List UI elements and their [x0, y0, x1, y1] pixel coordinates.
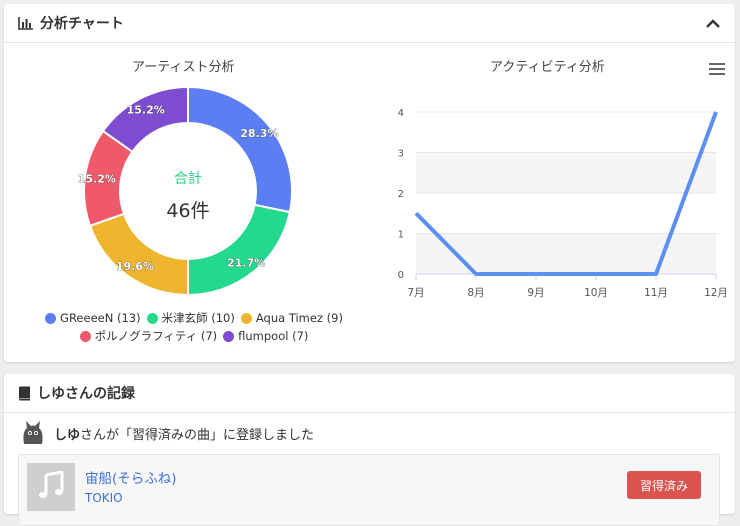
record-activity-line: しゆ さんが「習得済みの曲」に登録しました: [18, 418, 314, 448]
legend-dot: [146, 312, 158, 324]
donut-slice-label: 28.3%: [240, 127, 278, 140]
song-artist-link[interactable]: TOKIO: [85, 491, 123, 505]
donut-slice-label: 19.6%: [116, 260, 154, 273]
donut-slice[interactable]: [88, 212, 189, 297]
analysis-chart-title: 分析チャート: [40, 16, 124, 32]
hamburger-menu-icon[interactable]: [709, 60, 725, 79]
x-tick-label: 10月: [584, 287, 608, 299]
activity-line-chart: 0 1 2 3 4 7月 8月 9月 10月 11月 12月: [398, 108, 728, 299]
legend-label: flumpool (7): [238, 329, 309, 343]
song-title-link[interactable]: 宙船(そらふね): [85, 467, 177, 487]
legend-item[interactable]: GReeeeN (13): [45, 310, 141, 326]
record-user-name[interactable]: しゆ: [54, 424, 80, 443]
user-record-header: しゆさんの記録: [4, 374, 735, 413]
record-message: さんが「習得済みの曲」に登録しました: [80, 427, 315, 443]
y-tick-label: 4: [398, 108, 404, 119]
y-tick-label: 1: [398, 230, 404, 241]
x-tick-label: 11月: [644, 287, 668, 299]
legend-dot: [240, 312, 252, 324]
artist-donut-chart: 28.3% 21.7% 19.6% 15.2% 15.2% 合計 46件: [77, 85, 293, 297]
x-tick-label: 8月: [467, 287, 484, 299]
legend-dot: [45, 312, 57, 324]
x-tick-label: 12月: [704, 287, 728, 299]
x-tick-label: 9月: [527, 287, 544, 299]
legend-label: GReeeeN (13): [60, 311, 141, 325]
song-entry: 宙船(そらふね) TOKIO 習得済み: [18, 454, 720, 526]
donut-slice-label: 15.2%: [78, 172, 116, 185]
donut-center-label: 合計: [174, 171, 202, 187]
donut-chart-title: アーティスト分析: [132, 60, 235, 75]
legend-dot: [223, 330, 235, 342]
bar-chart-icon: [18, 16, 34, 30]
grid-band: [416, 152, 716, 193]
legend-item[interactable]: Aqua Timez (9): [240, 310, 343, 326]
learned-button[interactable]: 習得済み: [627, 471, 701, 499]
user-record-card: しゆさんの記録 しゆ さんが「習得済みの曲」に登録しました 宙船(そらふね) T…: [4, 374, 735, 526]
legend-item[interactable]: ポルノグラフィティ (7): [79, 328, 218, 344]
analysis-chart-header: 分析チャート: [4, 4, 735, 43]
legend-label: 米津玄師 (10): [161, 311, 235, 325]
grid-band: [416, 233, 716, 274]
legend-item[interactable]: flumpool (7): [223, 328, 308, 344]
legend-label: ポルノグラフィティ (7): [94, 329, 218, 343]
line-chart-title: アクティビティ分析: [490, 60, 605, 75]
analysis-chart-card: 分析チャート アーティスト分析 28.3% 21.7% 19.6% 15.2% 15.2…: [4, 4, 735, 362]
donut-slice-label: 15.2%: [127, 103, 165, 116]
chevron-up-icon[interactable]: [705, 17, 721, 29]
y-tick-label: 3: [398, 149, 404, 160]
x-tick-label: 7月: [407, 287, 424, 299]
song-thumbnail: [27, 463, 75, 511]
donut-legend: GReeeeN (13) 米津玄師 (10) Aqua Timez (9) ポル…: [34, 310, 354, 344]
donut-center-value: 46件: [166, 200, 209, 222]
donut-slice[interactable]: [187, 85, 293, 214]
legend-dot: [79, 330, 91, 342]
music-note-icon: [38, 470, 64, 503]
user-record-title: しゆさんの記録: [37, 386, 135, 402]
legend-item[interactable]: 米津玄師 (10): [146, 310, 235, 326]
y-tick-label: 0: [398, 270, 404, 281]
cat-avatar-icon[interactable]: [18, 418, 48, 448]
legend-label: Aqua Timez (9): [255, 311, 343, 325]
book-icon: [18, 386, 31, 401]
donut-slice-label: 21.7%: [227, 256, 265, 269]
y-tick-label: 2: [398, 189, 404, 200]
